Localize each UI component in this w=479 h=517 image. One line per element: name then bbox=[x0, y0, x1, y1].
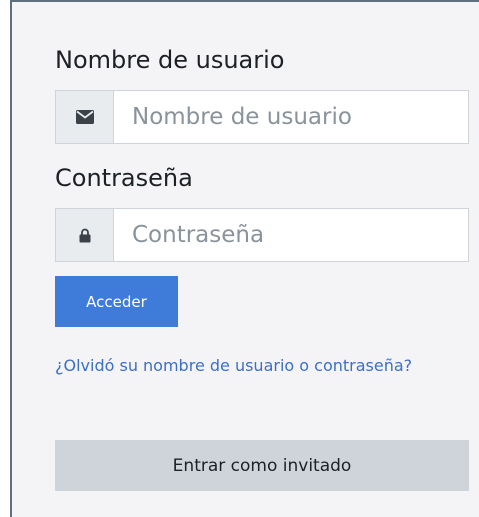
password-input-group bbox=[55, 208, 469, 262]
guest-login-button[interactable]: Entrar como invitado bbox=[55, 440, 469, 491]
username-input-group bbox=[55, 90, 469, 144]
forgot-credentials-link[interactable]: ¿Olvidó su nombre de usuario o contraseñ… bbox=[55, 345, 435, 387]
password-input[interactable] bbox=[130, 221, 468, 249]
password-field-wrapper bbox=[113, 208, 469, 262]
username-label: Nombre de usuario bbox=[55, 46, 285, 74]
login-panel: Nombre de usuario Contraseña bbox=[10, 0, 479, 517]
password-label: Contraseña bbox=[55, 164, 193, 192]
username-input[interactable] bbox=[130, 103, 468, 131]
lock-icon bbox=[55, 208, 113, 262]
username-field-wrapper bbox=[113, 90, 469, 144]
login-button[interactable]: Acceder bbox=[55, 276, 178, 327]
envelope-icon bbox=[55, 90, 113, 144]
